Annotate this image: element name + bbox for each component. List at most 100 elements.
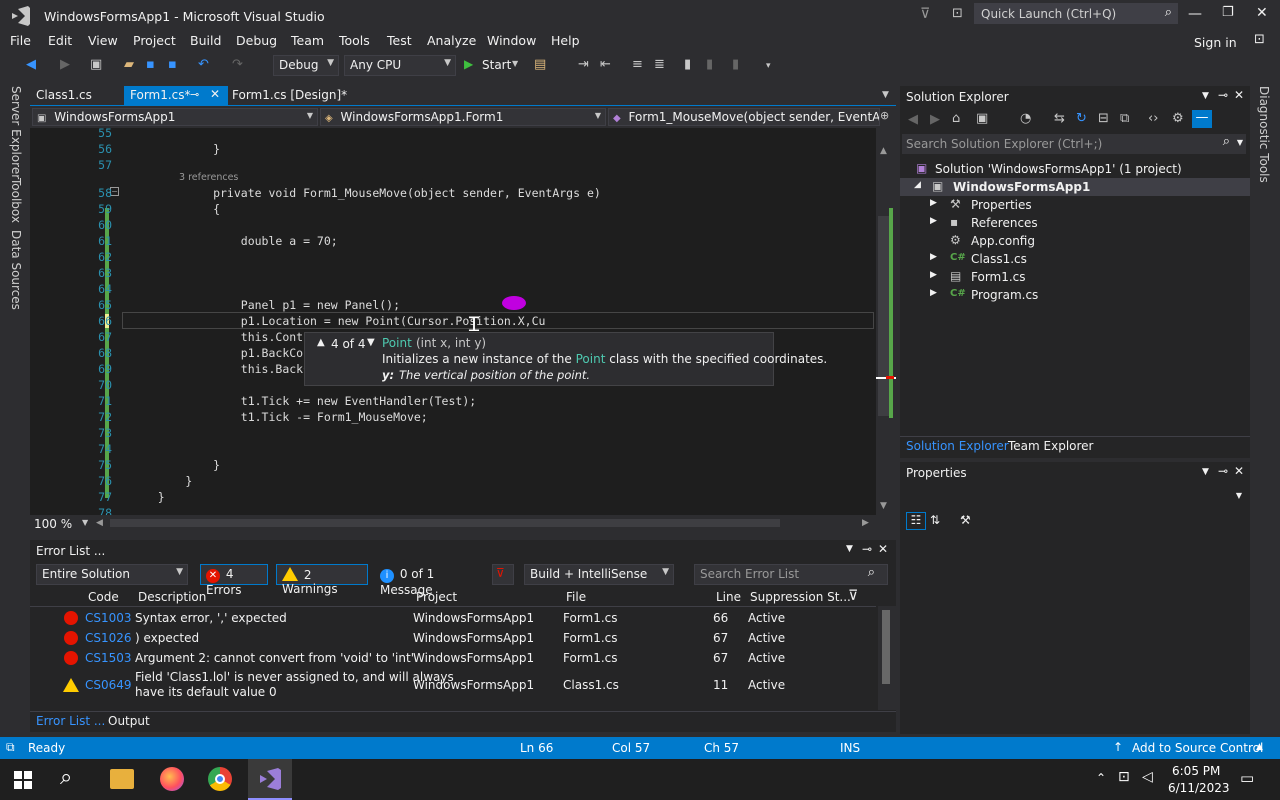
panel-menu-icon[interactable]: ▼ (846, 544, 853, 554)
collapsed-arrow-icon[interactable]: ▶ (930, 216, 937, 226)
table-row[interactable]: CS1503 Argument 2: cannot convert from '… (30, 648, 876, 668)
forward-icon[interactable]: ▶ (930, 112, 940, 127)
collapsed-arrow-icon[interactable]: ▶ (930, 288, 937, 298)
forward-icon[interactable]: ▶ (60, 57, 70, 72)
column-line[interactable]: Line (716, 590, 741, 604)
next-bookmark-icon[interactable]: ▮ (732, 57, 739, 72)
column-code[interactable]: Code (88, 590, 119, 604)
alphabetical-icon[interactable]: ⇅ (930, 513, 940, 527)
data-sources-tab[interactable]: Data Sources (9, 230, 23, 310)
new-project-icon[interactable]: ▣ (90, 57, 102, 72)
close-icon[interactable]: ✕ (1234, 464, 1244, 478)
overload-down-icon[interactable]: ▼ (367, 337, 375, 348)
home-icon[interactable]: ⌂ (952, 111, 960, 126)
tab-list-dropdown-icon[interactable]: ▼ (882, 90, 889, 100)
sync-icon[interactable]: ⇆ (1054, 111, 1065, 126)
menu-window[interactable]: Window (487, 33, 536, 48)
view-code-icon[interactable]: ‹› (1148, 111, 1158, 126)
tree-item-class1[interactable]: ▶ C# Class1.cs (900, 250, 1250, 268)
quick-launch-input[interactable]: Quick Launch (Ctrl+Q) ⌕ (974, 3, 1178, 24)
pin-icon[interactable]: ⊸ (1218, 464, 1228, 478)
tab-error-list[interactable]: Error List ... (36, 714, 105, 728)
editor-vertical-scrollbar[interactable]: ▲ ▼ (876, 128, 896, 515)
browser-icon[interactable]: ▤ (534, 57, 546, 72)
visual-studio-taskbar-icon[interactable] (248, 759, 292, 800)
comment-icon[interactable]: ≡ (632, 57, 643, 72)
scroll-right-icon[interactable]: ▶ (862, 518, 869, 528)
errors-filter-button[interactable]: ✕ 4 Errors (200, 564, 268, 597)
bookmark-icon[interactable]: ▮ (684, 57, 691, 72)
panel-menu-icon[interactable]: ▼ (1202, 91, 1209, 101)
zoom-level[interactable]: 100 % (34, 517, 72, 531)
uncomment-icon[interactable]: ≣ (654, 57, 665, 72)
error-list-scrollbar[interactable] (878, 606, 896, 710)
collapsed-arrow-icon[interactable]: ▶ (930, 252, 937, 262)
add-to-source-control[interactable]: Add to Source Control (1132, 741, 1263, 755)
column-project[interactable]: Project (416, 590, 457, 604)
volume-icon[interactable]: ◁ (1142, 769, 1153, 785)
file-explorer-icon[interactable] (110, 769, 134, 789)
chrome-icon[interactable] (208, 767, 232, 791)
solution-search-input[interactable]: Search Solution Explorer (Ctrl+;) ⌕ ▼ (902, 134, 1246, 154)
search-error-list-input[interactable]: Search Error List ⌕ (694, 564, 888, 585)
table-row[interactable]: CS1003 Syntax error, ',' expected Window… (30, 608, 876, 628)
clock-date[interactable]: 6/11/2023 (1168, 781, 1230, 795)
step-out-icon[interactable]: ⇤ (600, 57, 611, 72)
firefox-icon[interactable] (160, 767, 184, 791)
save-icon[interactable]: ▪ (146, 57, 155, 72)
expanded-arrow-icon[interactable]: ◢ (914, 180, 921, 190)
split-icon[interactable]: ⊕ (880, 109, 889, 122)
scroll-up-icon[interactable]: ▲ (880, 146, 887, 156)
tab-form1-code[interactable]: Form1.cs* ⊸ ✕ (124, 86, 228, 106)
show-all-files-icon[interactable]: ⧉ (1120, 111, 1129, 126)
horizontal-scroll-thumb[interactable] (110, 519, 780, 527)
collapsed-arrow-icon[interactable]: ▶ (930, 198, 937, 208)
system-tray-expand-icon[interactable]: ⌃ (1096, 771, 1106, 785)
table-row[interactable]: CS1026 ) expected WindowsFormsApp1 Form1… (30, 628, 876, 648)
column-description[interactable]: Description (138, 590, 206, 604)
chevron-down-icon[interactable]: ▼ (82, 518, 88, 527)
refresh-icon[interactable]: ↻ (1076, 111, 1087, 126)
server-explorer-tab[interactable]: Server Explorer (9, 86, 23, 179)
preview-icon[interactable]: — (1192, 110, 1212, 128)
menu-view[interactable]: View (88, 33, 118, 48)
collapsed-arrow-icon[interactable]: ▶ (930, 270, 937, 280)
menu-debug[interactable]: Debug (236, 33, 277, 48)
code-editor[interactable]: − 3 references 55 56 } 57 58 private voi… (30, 128, 876, 515)
feedback-icon[interactable]: ⊡ (952, 6, 963, 21)
column-suppression[interactable]: Suppression St... (750, 590, 851, 604)
tree-item-solution[interactable]: ▣ Solution 'WindowsFormsApp1' (1 project… (900, 160, 1250, 178)
menu-team[interactable]: Team (291, 33, 324, 48)
undo-icon[interactable]: ↶ (198, 57, 209, 72)
pin-icon[interactable]: ⊸ (1218, 88, 1228, 102)
tab-output[interactable]: Output (108, 714, 150, 728)
sign-in-link[interactable]: Sign in (1194, 35, 1237, 50)
notifications-icon[interactable]: ▭ (1240, 769, 1254, 787)
close-icon[interactable]: ✕ (878, 542, 888, 556)
property-pages-icon[interactable]: ⚒ (960, 513, 971, 527)
menu-analyze[interactable]: Analyze (427, 33, 476, 48)
network-icon[interactable]: ⊡ (1118, 769, 1130, 785)
scroll-down-icon[interactable]: ▼ (880, 501, 887, 511)
scroll-thumb[interactable] (882, 610, 890, 684)
step-icon[interactable]: ⇥ (578, 57, 589, 72)
platform-dropdown[interactable]: Any CPU ▼ (344, 55, 456, 76)
overflow-icon[interactable]: ▾ (766, 61, 771, 71)
pin-icon[interactable]: ⊸ (190, 88, 199, 101)
history-icon[interactable]: ◔ (1020, 111, 1031, 126)
project-dropdown[interactable]: ▣ WindowsFormsApp1 ▼ (32, 108, 318, 126)
class-dropdown[interactable]: ◈ WindowsFormsApp1.Form1 ▼ (320, 108, 606, 126)
search-icon[interactable]: ⌕ (60, 765, 72, 790)
open-file-icon[interactable]: ▰ (124, 57, 134, 72)
configuration-dropdown[interactable]: Debug ▼ (273, 55, 339, 76)
object-selector-dropdown[interactable]: ▼ (902, 486, 1246, 506)
error-code[interactable]: CS1503 (85, 651, 132, 665)
redo-icon[interactable]: ↷ (232, 57, 243, 72)
tab-class1[interactable]: Class1.cs (30, 86, 122, 106)
save-all-icon[interactable]: ▪ (168, 57, 177, 72)
tab-team-explorer[interactable]: Team Explorer (1008, 439, 1094, 453)
tab-form1-design[interactable]: Form1.cs [Design]* (226, 86, 376, 106)
tree-item-form1[interactable]: ▶ ▤ Form1.cs (900, 268, 1250, 286)
menu-project[interactable]: Project (133, 33, 176, 48)
start-button[interactable]: ▶ Start ▼ (462, 56, 522, 76)
